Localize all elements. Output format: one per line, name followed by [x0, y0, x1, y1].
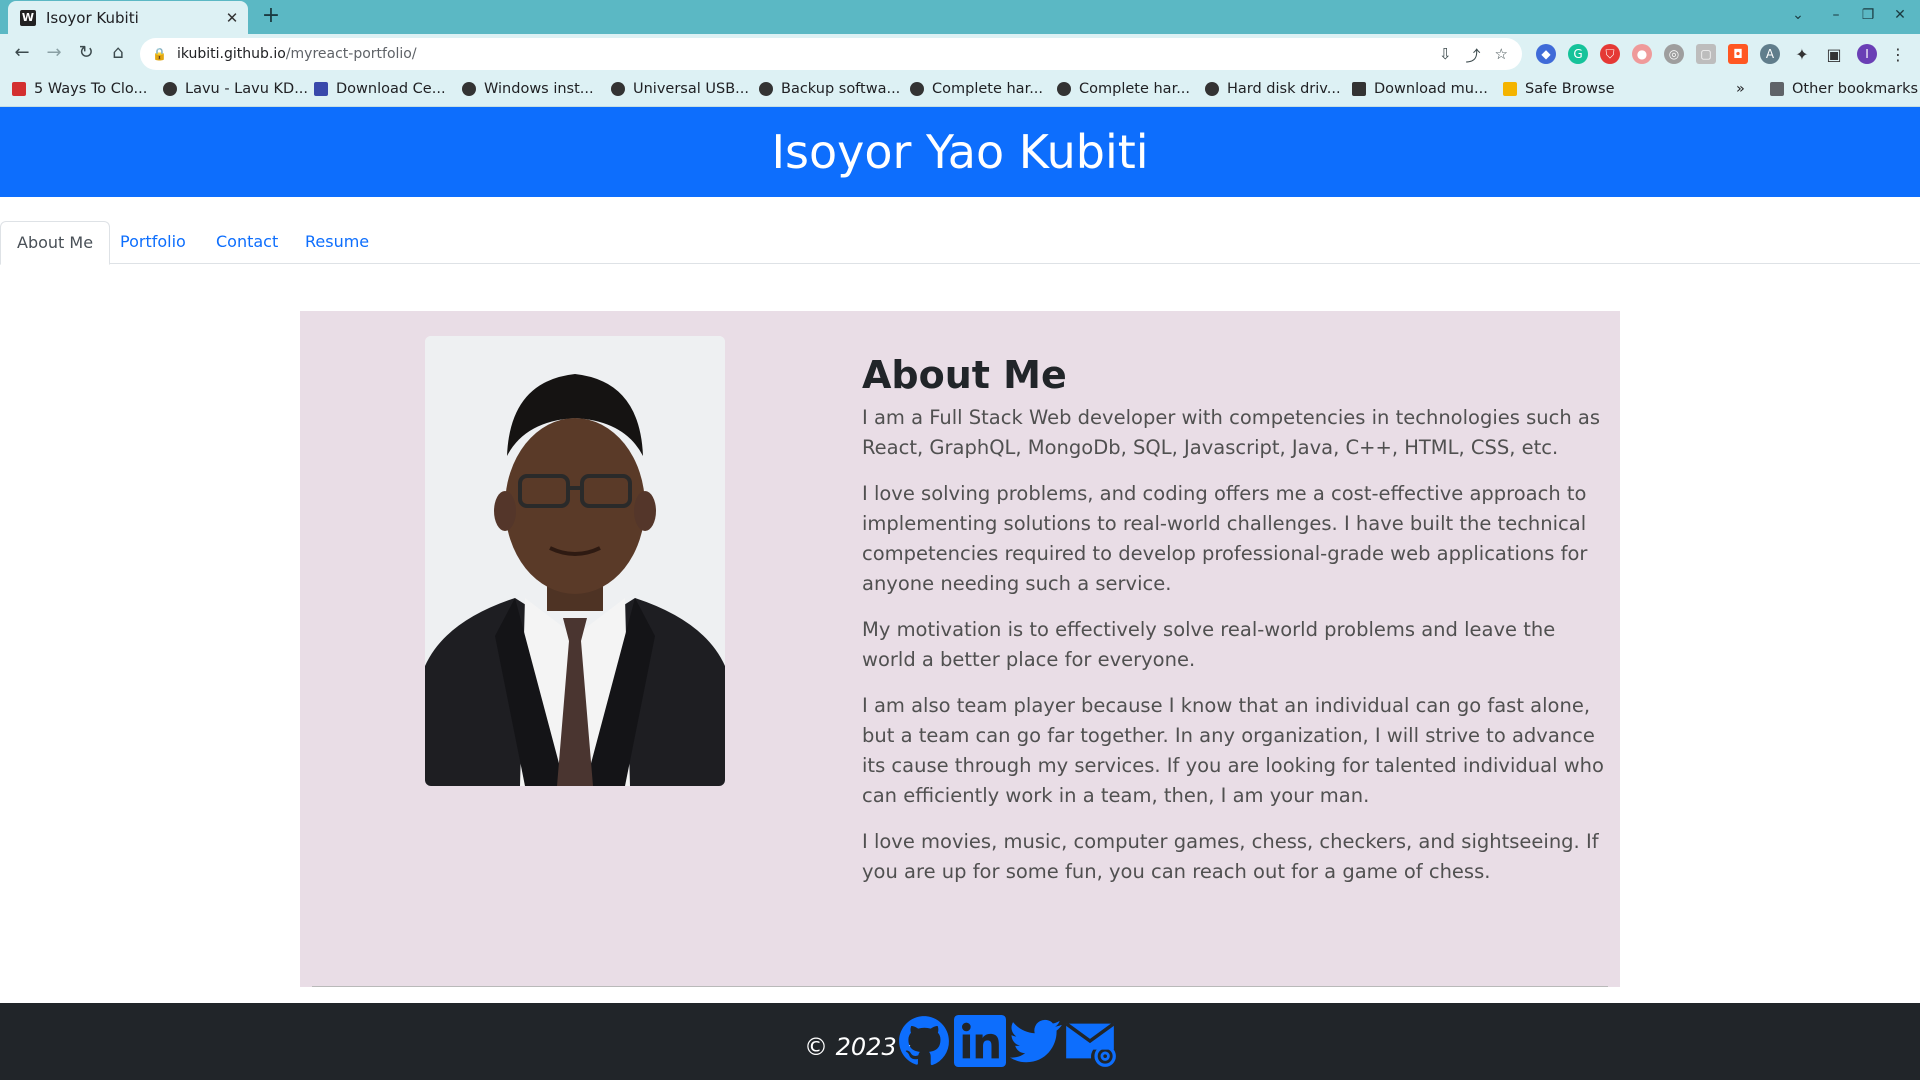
tab-title: Isoyor Kubiti [46, 8, 139, 27]
globe-icon [462, 82, 476, 96]
extension-icon[interactable]: ◎ [1664, 44, 1684, 64]
bookmark-label: Other bookmarks [1792, 81, 1919, 97]
globe-icon [1205, 82, 1219, 96]
reload-icon[interactable]: ↻ [74, 42, 98, 63]
bookmark-item[interactable]: 5 Ways To Clo... [12, 81, 147, 97]
about-paragraph: My motivation is to effectively solve re… [862, 618, 1556, 671]
site-footer: © 2023 · [0, 1003, 1920, 1080]
home-icon[interactable]: ⌂ [106, 42, 130, 63]
bookmark-label: Backup softwa... [781, 81, 901, 97]
address-bar[interactable]: 🔒 ikubiti.github.io/myreact-portfolio/ ⇩… [140, 38, 1522, 70]
side-panel-icon[interactable]: ▣ [1824, 44, 1844, 64]
page-title: Isoyor Yao Kubiti [771, 125, 1149, 179]
bookmark-item[interactable]: Safe Browse [1503, 81, 1615, 97]
globe-icon [611, 82, 625, 96]
extension-icon[interactable]: A [1760, 44, 1780, 64]
site-header: Isoyor Yao Kubiti [0, 107, 1920, 197]
bookmark-label: Complete har... [932, 81, 1044, 97]
share-icon[interactable]: ⤴ [1466, 45, 1481, 66]
linkedin-icon[interactable] [954, 1015, 1006, 1067]
lock-favicon-icon [1503, 82, 1517, 96]
minimize-button[interactable]: – [1826, 7, 1846, 23]
globe-icon [759, 82, 773, 96]
extensions-puzzle-icon[interactable]: ✦ [1792, 44, 1812, 64]
bookmark-label: 5 Ways To Clo... [34, 81, 148, 97]
bookmark-label: Safe Browse [1525, 81, 1615, 97]
menu-kebab-icon[interactable]: ⋮ [1888, 44, 1908, 64]
bookmark-label: Universal USB... [633, 81, 749, 97]
install-app-icon[interactable]: ⇩ [1439, 45, 1452, 66]
new-tab-button[interactable]: + [258, 3, 284, 28]
bookmarks-overflow-button[interactable]: » [1736, 81, 1745, 97]
globe-icon [910, 82, 924, 96]
bookmark-label: Windows inst... [484, 81, 594, 97]
bookmark-item[interactable]: Lavu - Lavu KD... [163, 81, 308, 97]
folder-icon [1770, 82, 1784, 96]
bookmark-label: Download mu... [1374, 81, 1488, 97]
lock-icon[interactable]: 🔒 [152, 47, 167, 61]
bookmark-item[interactable]: Hard disk driv... [1205, 81, 1341, 97]
browser-tab[interactable]: W Isoyor Kubiti ✕ [8, 1, 248, 34]
portrait-image [425, 336, 725, 786]
globe-icon [163, 82, 177, 96]
bookmark-item[interactable]: Complete har... [1057, 81, 1190, 97]
restore-button[interactable]: ❐ [1858, 7, 1878, 23]
about-paragraph: I love movies, music, computer games, ch… [862, 830, 1599, 883]
email-icon[interactable] [1064, 1015, 1116, 1067]
browser-tab-strip: W Isoyor Kubiti ✕ + ⌄ – ❐ ✕ [0, 0, 1920, 34]
back-icon[interactable]: ← [10, 42, 34, 63]
bookmarks-bar: 5 Ways To Clo... Lavu - Lavu KD... Downl… [0, 74, 1920, 107]
bookmark-label: Download Ce... [336, 81, 446, 97]
about-paragraph: I am also team player because I know tha… [862, 694, 1604, 807]
bookmark-label: Hard disk driv... [1227, 81, 1341, 97]
tab-portfolio[interactable]: Portfolio [104, 221, 202, 263]
bookmark-item[interactable]: Backup softwa... [759, 81, 900, 97]
other-bookmarks-folder[interactable]: Other bookmarks [1770, 81, 1918, 97]
bookmark-star-icon[interactable]: ☆ [1495, 45, 1508, 66]
twitter-icon[interactable] [1010, 1015, 1062, 1067]
tab-search-icon[interactable]: ⌄ [1788, 7, 1808, 23]
forward-icon[interactable]: → [42, 42, 66, 63]
extension-icon[interactable]: ● [1632, 44, 1652, 64]
tab-contact[interactable]: Contact [200, 221, 294, 263]
tab-about-me[interactable]: About Me [0, 221, 111, 265]
bookmark-favicon-icon [314, 82, 328, 96]
browser-toolbar: ← → ↻ ⌂ 🔒 ikubiti.github.io/myreact-port… [0, 34, 1920, 74]
extension-icon[interactable]: ▢ [1696, 44, 1716, 64]
url-text[interactable]: ikubiti.github.io/myreact-portfolio/ [177, 46, 417, 62]
bookmark-favicon-icon [12, 82, 26, 96]
copyright-text: © 2023 · [804, 1033, 912, 1061]
extension-icon[interactable]: ◆ [1536, 44, 1556, 64]
close-tab-icon[interactable]: ✕ [222, 9, 242, 27]
about-paragraph: I am a Full Stack Web developer with com… [862, 406, 1601, 459]
url-path: /myreact-portfolio/ [285, 46, 417, 62]
bookmark-item[interactable]: Windows inst... [462, 81, 594, 97]
extension-icon[interactable]: ◘ [1728, 44, 1748, 64]
about-heading: About Me [862, 353, 1067, 397]
close-window-button[interactable]: ✕ [1890, 7, 1910, 23]
profile-avatar[interactable]: I [1857, 44, 1877, 64]
divider [312, 986, 1608, 987]
bookmark-item[interactable]: Download mu... [1352, 81, 1488, 97]
bookmark-item[interactable]: Download Ce... [314, 81, 446, 97]
site-favicon-icon: W [20, 9, 36, 26]
profile-photo [425, 336, 725, 786]
bookmark-label: Complete har... [1079, 81, 1191, 97]
globe-icon [1057, 82, 1071, 96]
bookmark-item[interactable]: Complete har... [910, 81, 1043, 97]
grammarly-icon[interactable]: G [1568, 44, 1588, 64]
github-icon[interactable] [898, 1015, 950, 1067]
about-section: About Me I am a Full Stack Web developer… [862, 353, 1612, 903]
about-card: About Me I am a Full Stack Web developer… [300, 311, 1620, 987]
nav-tabs: About Me Portfolio Contact Resume [0, 221, 1920, 265]
about-paragraph: I love solving problems, and coding offe… [862, 482, 1588, 595]
bookmark-item[interactable]: Universal USB... [611, 81, 749, 97]
bookmark-label: Lavu - Lavu KD... [185, 81, 309, 97]
bookmark-favicon-icon [1352, 82, 1366, 96]
url-host: ikubiti.github.io [176, 46, 286, 62]
tab-resume[interactable]: Resume [289, 221, 385, 263]
extension-shield-icon[interactable]: ⛉ [1600, 44, 1620, 64]
